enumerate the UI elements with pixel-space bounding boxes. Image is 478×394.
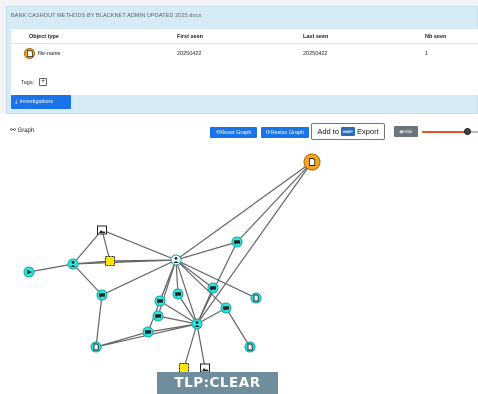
graph-node-user-icon[interactable] xyxy=(67,258,79,270)
graph-node-chat-icon[interactable] xyxy=(207,282,219,294)
graph-node-user-icon[interactable] xyxy=(170,254,182,266)
graph-node-chat-icon[interactable] xyxy=(231,236,243,248)
file-icon xyxy=(24,48,35,59)
graph-node-file-icon[interactable] xyxy=(250,292,262,304)
graph-node-send-icon[interactable] xyxy=(23,266,35,278)
graph-edge xyxy=(225,307,251,348)
graph-canvas[interactable] xyxy=(0,150,478,394)
graph-node-file-icon[interactable] xyxy=(90,341,102,353)
reset-graph-button[interactable]: ⟲ Reset Graph xyxy=(210,127,257,138)
graph-node-chat-icon[interactable] xyxy=(154,295,166,307)
graph-edge xyxy=(196,323,206,369)
graph-node-image-icon[interactable] xyxy=(200,363,210,373)
graph-edge xyxy=(72,263,103,296)
export-label: Export xyxy=(357,127,379,136)
graph-node-chat-icon[interactable] xyxy=(172,288,184,300)
misp-logo: MISP xyxy=(341,127,355,136)
graph-edge xyxy=(175,259,214,289)
graph-node-file-icon[interactable] xyxy=(244,341,256,353)
header-divider xyxy=(11,43,478,44)
investigations-button[interactable]: ⤓ Investigations xyxy=(11,95,71,109)
graph-svg xyxy=(23,153,321,373)
graph-label: Graph xyxy=(17,128,35,134)
hide-label: Hide xyxy=(403,129,413,134)
graph-edge xyxy=(101,229,177,261)
hide-button[interactable]: ◉ Hide xyxy=(394,126,418,137)
page-root: BANK CASHOUT METHODS BY BLACKNET ADMIN U… xyxy=(0,0,478,394)
graph-node-image-icon[interactable] xyxy=(97,225,107,235)
graph-edge xyxy=(95,294,103,348)
graph-edge xyxy=(28,263,74,273)
graph-node-square-icon[interactable] xyxy=(105,256,115,266)
graph-edge xyxy=(95,331,149,348)
col-last-seen: Last seen xyxy=(303,34,329,40)
file-title: BANK CASHOUT METHODS BY BLACKNET ADMIN U… xyxy=(11,13,202,19)
add-tag-button[interactable]: + xyxy=(39,78,47,86)
row-nb-seen: 1 xyxy=(425,51,429,57)
graph-toolbar: ⚯ Graph ⟲ Reset Graph ⟳ Resize Graph Add… xyxy=(0,114,478,150)
investigations-label: Investigations xyxy=(19,99,54,105)
graph-node-file-icon[interactable] xyxy=(303,153,321,171)
graph-title: ⚯ Graph xyxy=(10,126,34,134)
reset-label: Reset Graph xyxy=(220,129,252,136)
resize-label: Resize Graph xyxy=(270,129,305,136)
col-nb-seen: Nb seen xyxy=(425,34,447,40)
graph-edge xyxy=(183,323,198,369)
graph-edge xyxy=(175,161,313,261)
graph-node-user-icon[interactable] xyxy=(191,318,203,330)
row-last-seen: 20250422 xyxy=(303,51,328,57)
graph-node-chat-icon[interactable] xyxy=(220,302,232,314)
graph-icon: ⚯ xyxy=(10,127,16,134)
graph-edge xyxy=(196,287,214,325)
misp-prefix: Add to xyxy=(317,127,339,136)
col-object-type: Object type xyxy=(29,34,59,40)
investigations-icon: ⤓ xyxy=(15,98,18,105)
graph-node-chat-icon[interactable] xyxy=(96,289,108,301)
object-table: Object type First seen Last seen Nb seen… xyxy=(11,29,478,71)
graph-edge xyxy=(175,241,238,261)
tags-row: Tags: + xyxy=(11,71,478,95)
graph-edge xyxy=(72,229,103,265)
graph-edge xyxy=(236,161,313,243)
row-first-seen: 20250422 xyxy=(177,51,202,57)
resize-graph-button[interactable]: ⟳ Resize Graph xyxy=(261,127,309,138)
misp-export-button[interactable]: Add to MISP Export xyxy=(311,123,385,140)
slider-track-end xyxy=(471,131,478,133)
row-object-type[interactable]: file-name xyxy=(38,51,61,57)
tlp-banner: TLP:CLEAR xyxy=(157,372,278,394)
object-panel: BANK CASHOUT METHODS BY BLACKNET ADMIN U… xyxy=(6,6,478,114)
slider-thumb[interactable] xyxy=(464,128,471,135)
graph-node-chat-icon[interactable] xyxy=(142,326,154,338)
tags-label: Tags: xyxy=(21,80,35,86)
col-first-seen: First seen xyxy=(177,34,203,40)
graph-node-chat-icon[interactable] xyxy=(152,310,164,322)
